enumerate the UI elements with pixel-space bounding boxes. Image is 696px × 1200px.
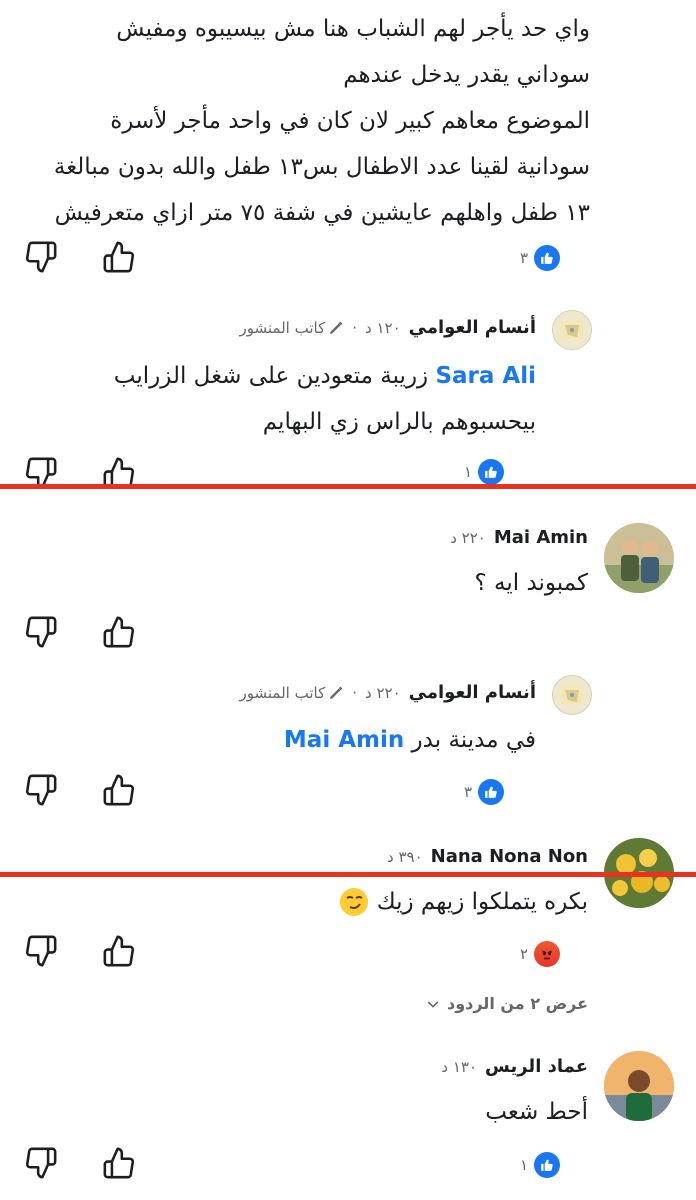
reaction-summary[interactable]: ١ [520, 1152, 561, 1178]
comment-body: Sara Ali زريبة متعودين على شغل الزرايب ب… [36, 353, 536, 445]
comment-line: سودانية لقينا عدد الاطفال بس١٣ طفل والله… [53, 154, 590, 180]
mention-link[interactable]: Mai Amin [284, 727, 404, 753]
timestamp[interactable]: ٢٢٠ د [365, 684, 401, 702]
like-reaction-icon [534, 245, 561, 271]
comment-header: أنسام العوامي ١٢٠ د · كاتب المنشور [240, 317, 536, 338]
reaction-count: ١ [520, 1156, 529, 1174]
reaction-count: ٢ [520, 945, 529, 963]
pencil-icon [330, 686, 343, 699]
comment-body: في مدينة بدر Mai Amin [283, 727, 536, 753]
comment-line: الموضوع معاهم كبير لان كان في واحد مأجر … [110, 108, 590, 134]
avatar[interactable] [552, 675, 592, 715]
map-avatar-icon [561, 686, 583, 704]
author-name[interactable]: Mai Amin [494, 527, 588, 548]
comment-header: عماد الريس ١٣٠ د [441, 1056, 588, 1077]
thumbs-up-icon [103, 774, 135, 806]
view-replies-link[interactable]: عرض ٢ من الردود [425, 994, 588, 1013]
like-reaction-icon [478, 779, 505, 805]
comment-body: بكره يتملكوا زيهم زيك [188, 879, 588, 925]
like-reaction-icon [534, 1152, 561, 1178]
like-button[interactable] [102, 615, 136, 653]
thumbs-up-icon [103, 241, 135, 273]
reaction-summary[interactable]: ٢ [520, 941, 561, 967]
comment-line: ١٣ طفل واهلهم عايشين في شفة ٧٥ متر ازاي … [54, 200, 590, 226]
author-name[interactable]: أنسام العوامي [409, 682, 536, 703]
person-avatar-icon [604, 1051, 674, 1121]
timestamp[interactable]: ٢٢٠ د [450, 529, 486, 547]
comment-line: Sara Ali زريبة متعودين على شغل الزرايب [113, 363, 536, 389]
chevron-down-icon [427, 1000, 439, 1008]
comment-line: سوداني يقدر يدخل عندهم [343, 62, 590, 88]
comment-body: واي حد يأجر لهم الشباب هنا مش بيسيبوه وم… [30, 6, 590, 236]
angry-reaction-icon [534, 941, 561, 967]
dislike-button[interactable] [24, 773, 58, 811]
thumbs-up-icon [103, 1147, 135, 1179]
map-avatar-icon [561, 321, 583, 339]
red-divider-line [0, 872, 696, 877]
thumbs-down-icon [25, 1147, 57, 1179]
timestamp[interactable]: ١٢٠ د [365, 319, 401, 337]
avatar[interactable] [604, 523, 674, 593]
dislike-button[interactable] [24, 1146, 58, 1184]
like-button[interactable] [102, 934, 136, 972]
mention-link[interactable]: Sara Ali [435, 363, 536, 389]
thumbs-down-icon [25, 935, 57, 967]
comment-header: Mai Amin ٢٢٠ د [450, 527, 588, 548]
reaction-summary[interactable]: ٣ [520, 245, 561, 271]
reaction-summary[interactable]: ٣ [464, 779, 505, 805]
comment-body: كمبوند ايه ؟ [474, 570, 589, 596]
timestamp[interactable]: ١٣٠ د [441, 1058, 477, 1076]
couple-avatar-icon [604, 523, 674, 593]
thumbs-down-icon [25, 774, 57, 806]
author-badge: كاتب المنشور [240, 684, 345, 702]
reaction-count: ٣ [464, 783, 473, 801]
dislike-button[interactable] [24, 240, 58, 278]
thumbs-up-icon [103, 616, 135, 648]
thumbs-down-icon [25, 616, 57, 648]
timestamp[interactable]: ٣٩٠ د [387, 848, 423, 866]
smirk-emoji-icon [339, 887, 369, 917]
white-cover [0, 489, 696, 499]
dislike-button[interactable] [24, 615, 58, 653]
dot-separator: · [352, 318, 357, 337]
comment-header: أنسام العوامي ٢٢٠ د · كاتب المنشور [240, 682, 536, 703]
author-name[interactable]: أنسام العوامي [409, 317, 536, 338]
like-button[interactable] [102, 1146, 136, 1184]
pencil-icon [330, 321, 343, 334]
comment-header: Nana Nona Non ٣٩٠ د [387, 846, 588, 867]
author-name[interactable]: عماد الريس [485, 1056, 588, 1077]
thumbs-up-icon [103, 935, 135, 967]
comment-line: واي حد يأجر لهم الشباب هنا مش بيسيبوه وم… [116, 16, 590, 42]
author-name[interactable]: Nana Nona Non [431, 846, 588, 867]
dislike-button[interactable] [24, 934, 58, 972]
like-reaction-icon [478, 459, 505, 485]
comment-line: بيحسبوهم بالراس زي البهايم [262, 409, 536, 435]
dot-separator: · [352, 683, 357, 702]
reaction-count: ٣ [520, 249, 529, 267]
thumbs-down-icon [25, 241, 57, 273]
reaction-count: ١ [464, 463, 473, 481]
reaction-summary[interactable]: ١ [464, 459, 505, 485]
comment-body: أحط شعب [485, 1099, 588, 1125]
like-button[interactable] [102, 773, 136, 811]
avatar[interactable] [552, 310, 592, 350]
author-badge: كاتب المنشور [240, 319, 345, 337]
like-button[interactable] [102, 240, 136, 278]
avatar[interactable] [604, 1051, 674, 1121]
